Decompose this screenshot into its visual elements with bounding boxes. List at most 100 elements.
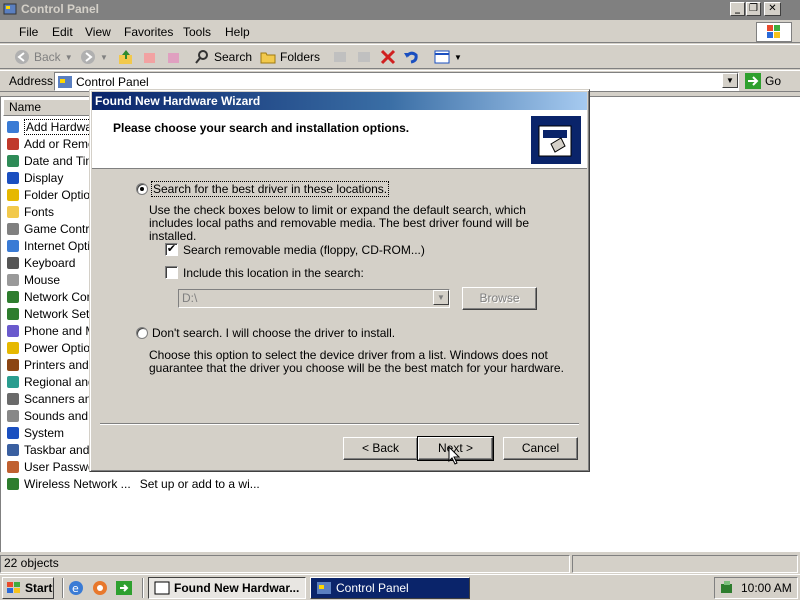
dialog-title-bar[interactable]: Found New Hardware Wizard — [92, 92, 587, 110]
list-item[interactable]: Network Setu — [5, 305, 96, 322]
control-panel-item-icon — [7, 137, 19, 150]
go-button[interactable]: Go — [745, 73, 781, 89]
forward-arrow-icon — [81, 50, 95, 64]
taskbar: Start e Found New Hardwar... Control Pan… — [0, 574, 800, 600]
dialog-separator — [100, 423, 579, 425]
radio-dont-search-label[interactable]: Don't search. I will choose the driver t… — [152, 326, 395, 340]
list-item[interactable]: Mouse — [5, 271, 60, 288]
list-item-label: Wireless Network ... — [24, 476, 131, 491]
copy-button[interactable] — [356, 49, 372, 65]
list-item[interactable]: Taskbar and — [5, 441, 89, 458]
list-item-label: User Passwor — [24, 459, 99, 474]
checkbox-location-label[interactable]: Include this location in the search: — [183, 266, 364, 280]
list-item[interactable]: Keyboard — [5, 254, 75, 271]
list-item-label: Game Control — [24, 221, 99, 236]
control-panel-item-icon — [7, 154, 19, 167]
menu-view[interactable]: View — [85, 25, 111, 39]
search-button[interactable]: Search — [194, 49, 252, 65]
menu-edit[interactable]: Edit — [52, 25, 73, 39]
radio-search-label[interactable]: Search for the best driver in these loca… — [151, 181, 390, 197]
list-item[interactable]: Display — [5, 169, 63, 186]
clock[interactable]: 10:00 AM — [741, 581, 792, 595]
list-item[interactable]: Network Conn — [5, 288, 100, 305]
list-item[interactable]: User Passwor — [5, 458, 99, 475]
show-desktop-icon[interactable] — [116, 580, 132, 596]
control-panel-item-icon — [7, 460, 19, 473]
cancel-button[interactable]: Cancel — [503, 437, 578, 460]
list-item-label: Regional and — [24, 374, 95, 389]
list-item[interactable]: Date and Tim — [5, 152, 95, 169]
forward-button[interactable]: ▼ — [80, 49, 108, 65]
control-panel-item-icon — [7, 358, 19, 371]
control-panel-item-icon — [7, 239, 19, 252]
list-item[interactable]: Wireless Network ... Set up or add to a w… — [5, 475, 260, 492]
task-control-panel[interactable]: Control Panel — [310, 577, 470, 599]
list-item[interactable]: Add or Remov — [5, 135, 101, 152]
dialog-title: Found New Hardware Wizard — [95, 94, 261, 108]
list-item[interactable]: Sounds and A — [5, 407, 99, 424]
undo-button[interactable] — [403, 49, 419, 65]
up-folder-button[interactable] — [118, 49, 134, 65]
control-panel-task-icon — [317, 582, 331, 594]
control-panel-item-icon — [7, 477, 19, 490]
restore-button[interactable]: ❐ — [746, 2, 761, 16]
location-dropdown-button[interactable]: ▼ — [433, 290, 449, 305]
list-item[interactable]: Fonts — [5, 203, 54, 220]
taskbar-divider — [142, 578, 144, 598]
list-item[interactable]: Power Option — [5, 339, 97, 356]
internet-explorer-icon[interactable]: e — [68, 580, 84, 596]
list-item-label: Power Option — [24, 340, 97, 355]
delete-button[interactable] — [380, 49, 396, 65]
control-panel-item-icon — [7, 290, 19, 303]
minimize-button[interactable]: _ — [730, 2, 745, 16]
location-combo[interactable]: D:\ ▼ — [178, 289, 450, 308]
mouse-cursor-icon — [448, 446, 461, 465]
checkbox-include-location[interactable] — [165, 266, 178, 279]
back-wizard-button[interactable]: < Back — [343, 437, 418, 460]
list-item-label: Taskbar and — [24, 442, 90, 457]
list-item[interactable]: Regional and — [5, 373, 95, 390]
menu-tools[interactable]: Tools — [183, 25, 211, 39]
checkbox-removable-media[interactable]: ✔ — [165, 243, 178, 256]
close-button[interactable]: ✕ — [764, 2, 781, 16]
dont-search-description: Choose this option to select the device … — [149, 348, 564, 375]
list-item[interactable]: Phone and M — [5, 322, 95, 339]
start-button[interactable]: Start — [2, 577, 54, 599]
list-item[interactable]: Printers and F — [5, 356, 99, 373]
copy-icon — [358, 52, 370, 62]
menu-help[interactable]: Help — [225, 25, 250, 39]
list-item-label: Scanners and — [24, 391, 99, 406]
radio-dont-search[interactable] — [136, 327, 148, 339]
control-panel-item-icon — [7, 120, 19, 133]
address-dropdown-button[interactable]: ▼ — [722, 73, 738, 88]
window-title-bar[interactable]: Control Panel _ ❐ ✕ — [0, 0, 800, 20]
control-panel-item-icon — [7, 426, 19, 439]
radio-search-best-driver[interactable] — [136, 183, 148, 195]
hardware-tray-icon[interactable] — [719, 580, 735, 596]
list-item-label: Internet Optio — [24, 238, 97, 253]
list-item[interactable]: System — [5, 424, 64, 441]
windows-start-icon — [7, 582, 20, 593]
move-to-button[interactable] — [142, 49, 158, 65]
control-panel-item-icon — [7, 307, 19, 320]
control-panel-item-icon — [7, 256, 19, 269]
views-button[interactable]: ▼ — [434, 49, 462, 65]
list-item[interactable]: Internet Optio — [5, 237, 97, 254]
column-header-name[interactable]: Name — [3, 99, 103, 116]
task-found-new-hardware[interactable]: Found New Hardwar... — [148, 577, 306, 599]
checkbox-removable-label[interactable]: Search removable media (floppy, CD-ROM..… — [183, 243, 425, 257]
menu-file[interactable]: File — [19, 25, 38, 39]
media-player-icon[interactable] — [92, 580, 108, 596]
list-item[interactable]: Scanners and — [5, 390, 98, 407]
list-item-label: Phone and M — [24, 323, 96, 338]
list-item[interactable]: Game Control — [5, 220, 99, 237]
menu-favorites[interactable]: Favorites — [124, 25, 173, 39]
undo-icon — [404, 51, 418, 64]
move-button[interactable] — [332, 49, 348, 65]
taskbar-divider — [62, 578, 64, 598]
browse-button[interactable]: Browse — [462, 287, 537, 310]
copy-to-button[interactable] — [166, 49, 182, 65]
back-button[interactable]: Back ▼ — [14, 49, 73, 65]
wizard-heading: Please choose your search and installati… — [113, 121, 410, 135]
folders-button[interactable]: Folders — [260, 49, 320, 65]
